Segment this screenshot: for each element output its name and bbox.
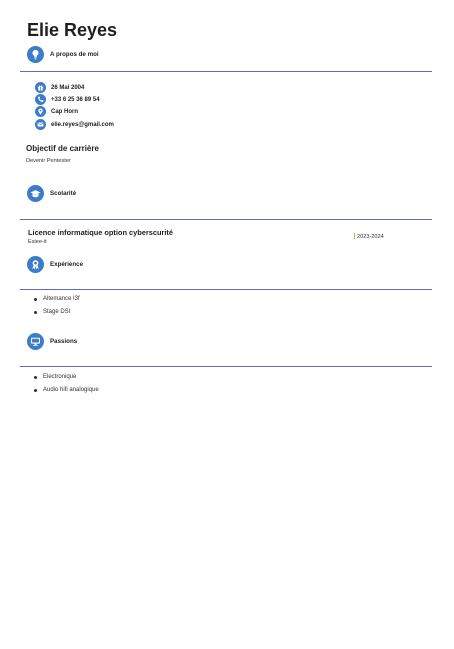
section-title-about: A propos de moi [50, 50, 99, 58]
list-item: Audio hifi analogique [34, 384, 99, 397]
lightbulb-icon [27, 45, 44, 63]
gift-icon [35, 82, 46, 93]
section-title-passions: Passions [50, 337, 78, 345]
section-header-about: A propos de moi [27, 45, 99, 63]
person-name: Elie Reyes [27, 20, 118, 40]
section-divider [20, 71, 432, 72]
list-item: Altemance I3f [34, 293, 80, 306]
contact-email: elie.reyes@gmail.com [35, 119, 114, 130]
objective-title: Objectif de carrière [26, 144, 99, 153]
contact-birthdate: 26 Mai 2004 [35, 82, 84, 93]
award-icon [27, 255, 44, 273]
experience-list: Altemance I3f Stage DSI [34, 293, 80, 319]
contact-phone: +33 6 25 36 89 54 [35, 94, 100, 105]
passions-list: Electronique Audio hifi analogique [34, 371, 99, 397]
objective-text: Devenir Pentester [26, 158, 71, 164]
resume-page: Elie Reyes A propos de moi 26 Mai 2004 +… [0, 0, 454, 649]
section-title-education: Scolarité [50, 189, 77, 197]
section-header-experience: Expérience [27, 255, 83, 273]
section-header-education: Scolarité [27, 184, 76, 202]
education-dates: 2023-2024 [354, 233, 384, 240]
envelope-icon [35, 119, 46, 130]
education-school: Esiee-it [28, 239, 47, 245]
phone-text: +33 6 25 36 89 54 [51, 96, 100, 103]
section-divider [20, 289, 432, 290]
map-pin-icon [35, 106, 46, 117]
section-divider [20, 366, 432, 367]
section-header-passions: Passions [27, 332, 77, 350]
section-divider [20, 219, 432, 220]
section-title-experience: Expérience [50, 260, 84, 268]
contact-location: Cap Horn [35, 106, 78, 117]
location-text: Cap Horn [51, 108, 78, 115]
birthdate-text: 26 Mai 2004 [51, 84, 85, 91]
list-item: Electronique [34, 371, 99, 384]
phone-icon [35, 94, 46, 105]
graduation-cap-icon [27, 184, 44, 202]
monitor-icon [27, 332, 44, 350]
list-item: Stage DSI [34, 306, 80, 319]
email-text: elie.reyes@gmail.com [51, 121, 114, 128]
education-degree: Licence informatique option cyberscurité [28, 228, 173, 237]
